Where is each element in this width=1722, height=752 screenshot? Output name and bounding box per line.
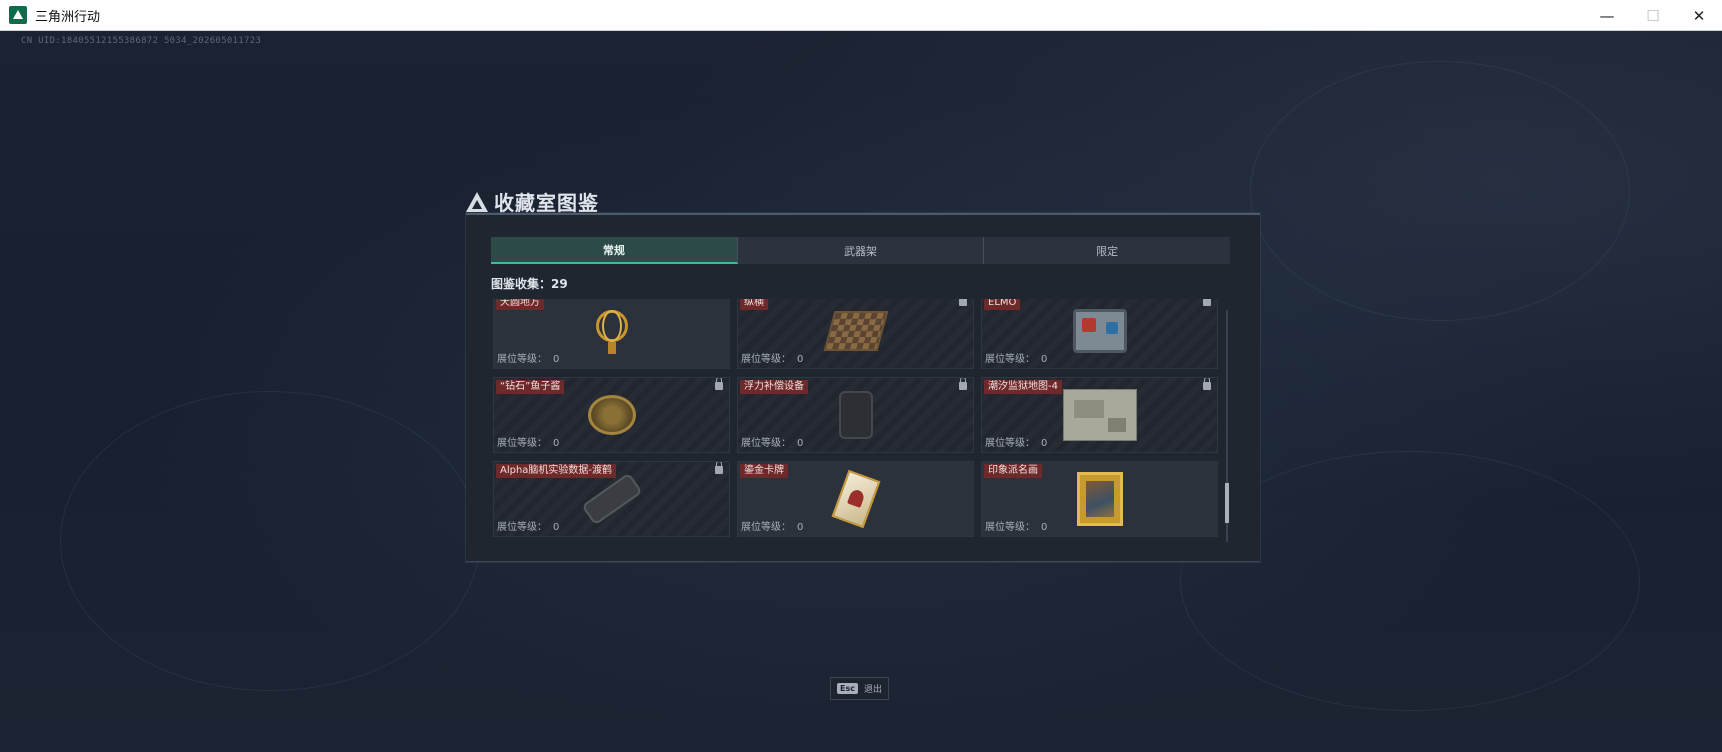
item-level: 展位等级： 0 <box>741 434 803 449</box>
collection-item[interactable]: 天圆地方 展位等级： 0 <box>493 299 730 369</box>
item-name: ELMO <box>984 299 1021 310</box>
map-contour <box>60 391 480 691</box>
uid-watermark: CN UID:18405512155386872 5034_2026050117… <box>21 36 262 46</box>
item-level: 展位等级： 0 <box>985 350 1047 365</box>
lock-icon <box>715 378 723 390</box>
collection-item[interactable]: 浮力补偿设备 展位等级： 0 <box>737 377 974 453</box>
minimize-button[interactable]: — <box>1584 0 1630 31</box>
item-level: 展位等级： 0 <box>985 434 1047 449</box>
data-module-image <box>580 472 643 526</box>
collection-item[interactable]: ELMO 展位等级： 0 <box>981 299 1218 369</box>
collection-item[interactable]: “钻石”鱼子酱 展位等级： 0 <box>493 377 730 453</box>
window-titlebar: 三角洲行动 — ☐ ✕ <box>0 0 1722 31</box>
level-value: 0 <box>1041 354 1048 365</box>
game-viewport: CN UID:18405512155386872 5034_2026050117… <box>0 31 1722 752</box>
item-name: “钻石”鱼子酱 <box>496 380 565 394</box>
collection-item[interactable]: 印象派名画 展位等级： 0 <box>981 461 1218 537</box>
lock-icon <box>715 462 723 474</box>
item-name: 潮汐监狱地图-4 <box>984 380 1062 394</box>
level-label: 展位等级： <box>741 354 791 365</box>
item-name: 印象派名画 <box>984 464 1042 478</box>
level-value: 0 <box>797 354 804 365</box>
tab-limited[interactable]: 限定 <box>984 237 1230 264</box>
buoyancy-device-image <box>838 391 873 439</box>
lock-icon <box>1203 378 1211 390</box>
level-value: 0 <box>1041 522 1048 533</box>
item-grid: 天圆地方 展位等级： 0 纵横 展位等级： 0 ELMO 展位等级： 0 “钻石… <box>493 299 1218 537</box>
lock-icon <box>1203 299 1211 306</box>
caviar-tin-image <box>587 395 636 435</box>
item-name: 鎏金卡牌 <box>740 464 788 478</box>
level-value: 0 <box>1041 438 1048 449</box>
level-value: 0 <box>553 522 560 533</box>
gilded-card-image <box>830 469 881 529</box>
item-name: Alpha脑机实验数据-渡鹤 <box>496 464 617 478</box>
item-name: 纵横 <box>740 299 768 310</box>
chessboard-image <box>823 311 888 351</box>
dialog-title: 收藏室图鉴 <box>494 191 599 215</box>
tab-bar: 常规 武器架 限定 <box>491 237 1230 264</box>
lock-icon <box>959 299 967 306</box>
item-level: 展位等级： 0 <box>985 518 1047 533</box>
collection-count: 图鉴收集：29 <box>491 275 568 292</box>
level-label: 展位等级： <box>985 438 1035 449</box>
item-grid-viewport[interactable]: 天圆地方 展位等级： 0 纵横 展位等级： 0 ELMO 展位等级： 0 “钻石… <box>493 299 1228 545</box>
item-name: 天圆地方 <box>496 299 544 310</box>
painting-image <box>1076 472 1123 526</box>
level-label: 展位等级： <box>985 354 1035 365</box>
lock-icon <box>959 378 967 390</box>
scrollbar-thumb[interactable] <box>1225 483 1229 523</box>
item-name: 浮力补偿设备 <box>740 380 808 394</box>
close-button[interactable]: ✕ <box>1676 0 1722 31</box>
count-label: 图鉴收集： <box>491 277 552 291</box>
tab-weapon-rack[interactable]: 武器架 <box>738 237 985 264</box>
delta-logo-icon <box>466 191 488 212</box>
level-label: 展位等级： <box>497 354 547 365</box>
maximize-button[interactable]: ☐ <box>1630 0 1676 31</box>
exit-label: 退出 <box>863 685 882 695</box>
item-level: 展位等级： 0 <box>741 350 803 365</box>
window-title: 三角洲行动 <box>35 9 101 25</box>
collection-dialog: 常规 武器架 限定 图鉴收集：29 天圆地方 展位等级： 0 纵横 展位等级： 0 <box>466 213 1260 562</box>
item-level: 展位等级： 0 <box>497 434 559 449</box>
level-label: 展位等级： <box>497 522 547 533</box>
collection-item[interactable]: 纵横 展位等级： 0 <box>737 299 974 369</box>
exit-button[interactable]: Esc 退出 <box>830 677 889 700</box>
tab-regular[interactable]: 常规 <box>491 237 738 264</box>
level-label: 展位等级： <box>741 522 791 533</box>
armillary-sphere-image <box>592 306 632 356</box>
app-logo-icon <box>9 6 27 24</box>
item-level: 展位等级： 0 <box>741 518 803 533</box>
esc-key-badge: Esc <box>837 683 858 694</box>
collection-item[interactable]: 鎏金卡牌 展位等级： 0 <box>737 461 974 537</box>
level-value: 0 <box>553 438 560 449</box>
item-level: 展位等级： 0 <box>497 350 559 365</box>
level-label: 展位等级： <box>497 438 547 449</box>
level-label: 展位等级： <box>985 522 1035 533</box>
level-value: 0 <box>797 522 804 533</box>
dialog-header: 收藏室图鉴 <box>466 187 599 216</box>
prison-map-image <box>1062 389 1137 441</box>
item-level: 展位等级： 0 <box>497 518 559 533</box>
collection-item[interactable]: Alpha脑机实验数据-渡鹤 展位等级： 0 <box>493 461 730 537</box>
count-value: 29 <box>551 277 568 291</box>
map-contour <box>1250 61 1630 321</box>
level-value: 0 <box>797 438 804 449</box>
level-label: 展位等级： <box>741 438 791 449</box>
window-controls: — ☐ ✕ <box>1584 0 1722 31</box>
level-value: 0 <box>553 354 560 365</box>
collection-item[interactable]: 潮汐监狱地图-4 展位等级： 0 <box>981 377 1218 453</box>
elmo-device-image <box>1072 309 1127 353</box>
